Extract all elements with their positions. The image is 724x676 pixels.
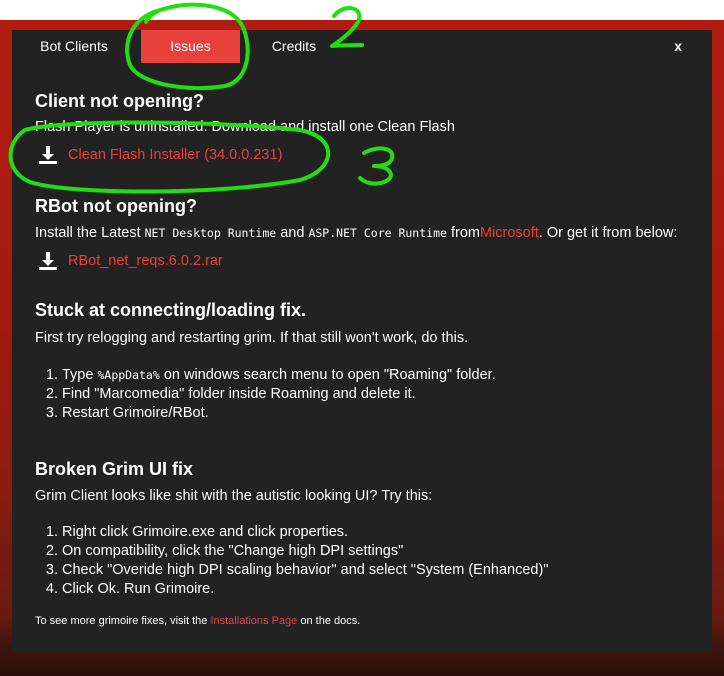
tab-bot-clients[interactable]: Bot Clients — [29, 30, 119, 63]
stuck-step-2: Find "Marcomedia" folder inside Roaming … — [62, 385, 496, 404]
rbot-reqs-download[interactable]: RBot_net_reqs.6.0.2.rar — [37, 251, 223, 271]
tab-credits[interactable]: Credits — [261, 30, 327, 63]
download-icon — [39, 252, 57, 270]
grim-step-4: Click Ok. Run Grimoire. — [62, 580, 548, 599]
clean-flash-link[interactable]: Clean Flash Installer (34.0.0.231) — [68, 147, 282, 163]
grim-steps: Right click Grimoire.exe and click prope… — [22, 523, 548, 599]
tab-issues[interactable]: Issues — [141, 30, 240, 63]
page-top-strip — [0, 0, 724, 20]
microsoft-link[interactable]: Microsoft — [480, 225, 539, 241]
step1-pre: Type — [62, 367, 94, 383]
rbot-text-1: Install the Latest — [35, 225, 141, 241]
grim-step-2: On compatibility, click the "Change high… — [62, 542, 548, 561]
tab-bar: Bot Clients Issues Credits x — [12, 30, 712, 63]
help-modal: Bot Clients Issues Credits x Client not … — [12, 30, 712, 651]
step1-post: on windows search menu to open "Roaming"… — [163, 367, 496, 383]
stuck-text: First try relogging and restarting grim.… — [35, 330, 469, 346]
footer-note: To see more grimoire fixes, visit the In… — [35, 615, 360, 627]
client-text: Flash Player is uninstalled. Download an… — [35, 119, 455, 135]
grim-text: Grim Client looks like shit with the aut… — [35, 488, 433, 504]
stuck-step-1: Type %AppData% on windows search menu to… — [62, 366, 496, 385]
grim-step-3: Check "Overide high DPI scaling behavior… — [62, 561, 548, 580]
net-desktop-runtime-code: NET Desktop Runtime — [144, 226, 277, 240]
client-heading: Client not opening? — [35, 91, 204, 111]
rbot-text: Install the Latest NET Desktop Runtime a… — [35, 225, 677, 241]
grim-step-1: Right click Grimoire.exe and click prope… — [62, 523, 548, 542]
stuck-heading: Stuck at connecting/loading fix. — [35, 300, 307, 320]
rbot-heading: RBot not opening? — [35, 196, 197, 216]
installations-page-link[interactable]: Installations Page — [210, 615, 297, 627]
stuck-step-3: Restart Grimoire/RBot. — [62, 404, 496, 423]
download-icon — [39, 146, 57, 164]
footer-text-pre: To see more grimoire fixes, visit the — [35, 615, 208, 627]
rbot-text-2: and — [280, 225, 305, 241]
grim-heading: Broken Grim UI fix — [35, 459, 194, 479]
stuck-steps: Type %AppData% on windows search menu to… — [22, 366, 496, 423]
rbot-text-4: . Or get it from below: — [538, 225, 678, 241]
clean-flash-download[interactable]: Clean Flash Installer (34.0.0.231) — [37, 145, 282, 165]
close-button[interactable]: x — [674, 30, 682, 63]
footer-text-post: on the docs. — [300, 615, 361, 627]
rbot-reqs-link[interactable]: RBot_net_reqs.6.0.2.rar — [68, 253, 223, 269]
rbot-text-3: from — [450, 225, 480, 241]
appdata-code: %AppData% — [97, 368, 160, 382]
aspnet-runtime-code: ASP.NET Core Runtime — [308, 226, 447, 240]
